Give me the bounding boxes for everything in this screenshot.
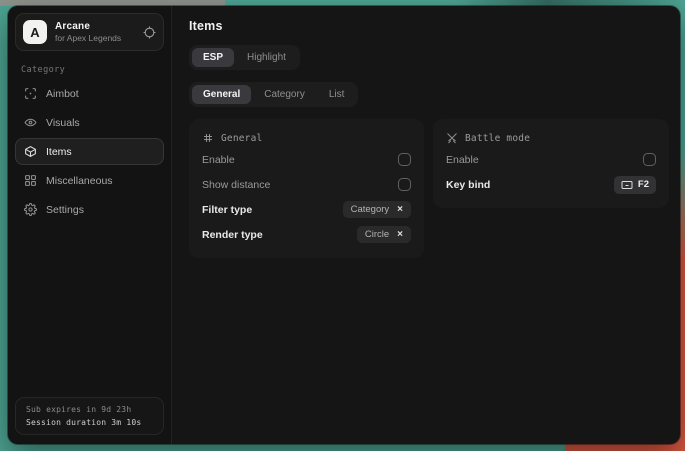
setting-row-key-bind: Key bind F2 — [446, 172, 656, 197]
app-subtitle: for Apex Legends — [55, 33, 121, 43]
eye-icon — [24, 116, 37, 129]
sidebar-item-label: Aimbot — [46, 88, 79, 100]
app-title: Arcane — [55, 21, 121, 32]
grid-small-icon — [202, 132, 214, 144]
setting-row-battle-enable: Enable — [446, 147, 656, 172]
package-icon — [24, 145, 37, 158]
general-card: General Enable Show distance Filter type… — [189, 119, 424, 258]
general-card-title: General — [221, 133, 262, 144]
app-title-block: Arcane for Apex Legends — [55, 21, 121, 43]
keyboard-icon — [621, 179, 633, 191]
settings-cards: General Enable Show distance Filter type… — [189, 119, 669, 258]
setting-row-show-distance: Show distance — [202, 172, 411, 197]
clear-icon[interactable]: × — [397, 230, 403, 240]
general-card-header: General — [202, 132, 411, 144]
sidebar-item-label: Miscellaneous — [46, 175, 113, 187]
crosshair-scan-icon — [24, 87, 37, 100]
setting-label: Enable — [446, 154, 479, 166]
show-distance-checkbox[interactable] — [398, 178, 411, 191]
tab-category[interactable]: Category — [253, 85, 316, 104]
battle-mode-card: Battle mode Enable Key bind — [433, 119, 669, 208]
app-logo: A — [23, 20, 47, 44]
main-content: Items ESP Highlight General Category Lis… — [172, 6, 680, 444]
page-title: Items — [189, 19, 669, 33]
battle-card-title: Battle mode — [465, 133, 530, 144]
sidebar-item-label: Visuals — [46, 117, 80, 129]
setting-label: Enable — [202, 154, 235, 166]
battle-card-header: Battle mode — [446, 132, 656, 144]
swords-icon — [446, 132, 458, 144]
app-logo-card: A Arcane for Apex Legends — [15, 13, 164, 51]
clear-icon[interactable]: × — [397, 205, 403, 215]
sidebar-item-label: Items — [46, 146, 72, 158]
session-duration-text: Session duration 3m 10s — [26, 418, 153, 427]
enable-checkbox[interactable] — [398, 153, 411, 166]
setting-label: Key bind — [446, 179, 490, 191]
setting-label: Render type — [202, 229, 263, 241]
sidebar: A Arcane for Apex Legends Category — [8, 6, 172, 444]
battle-enable-checkbox[interactable] — [643, 153, 656, 166]
setting-label: Filter type — [202, 204, 252, 216]
sidebar-item-settings[interactable]: Settings — [15, 196, 164, 223]
sidebar-item-items[interactable]: Items — [15, 138, 164, 165]
grid-icon — [24, 174, 37, 187]
sidebar-item-aimbot[interactable]: Aimbot — [15, 80, 164, 107]
sidebar-category-label: Category — [21, 65, 164, 75]
sidebar-item-visuals[interactable]: Visuals — [15, 109, 164, 136]
filter-type-value: Category — [351, 204, 390, 215]
setting-row-enable: Enable — [202, 147, 411, 172]
tab-esp[interactable]: ESP — [192, 48, 234, 67]
filter-type-select[interactable]: Category × — [343, 201, 411, 218]
gear-icon — [24, 203, 37, 216]
setting-row-filter-type: Filter type Category × — [202, 197, 411, 222]
sidebar-nav: Aimbot Visuals Items — [15, 80, 164, 223]
keybind-button[interactable]: F2 — [614, 176, 656, 194]
mode-tabs: ESP Highlight — [189, 45, 300, 70]
target-icon[interactable] — [143, 26, 156, 39]
tab-highlight[interactable]: Highlight — [236, 48, 297, 67]
setting-label: Show distance — [202, 179, 270, 191]
tab-list[interactable]: List — [318, 85, 356, 104]
sidebar-item-miscellaneous[interactable]: Miscellaneous — [15, 167, 164, 194]
tab-general[interactable]: General — [192, 85, 251, 104]
keybind-value: F2 — [638, 179, 649, 190]
render-type-select[interactable]: Circle × — [357, 226, 411, 243]
sub-expires-text: Sub expires in 9d 23h — [26, 405, 153, 414]
subscription-info-card: Sub expires in 9d 23h Session duration 3… — [15, 397, 164, 435]
setting-row-render-type: Render type Circle × — [202, 222, 411, 247]
sidebar-item-label: Settings — [46, 204, 84, 216]
app-window: A Arcane for Apex Legends Category — [8, 6, 680, 444]
view-tabs: General Category List — [189, 82, 358, 107]
render-type-value: Circle — [365, 229, 389, 240]
